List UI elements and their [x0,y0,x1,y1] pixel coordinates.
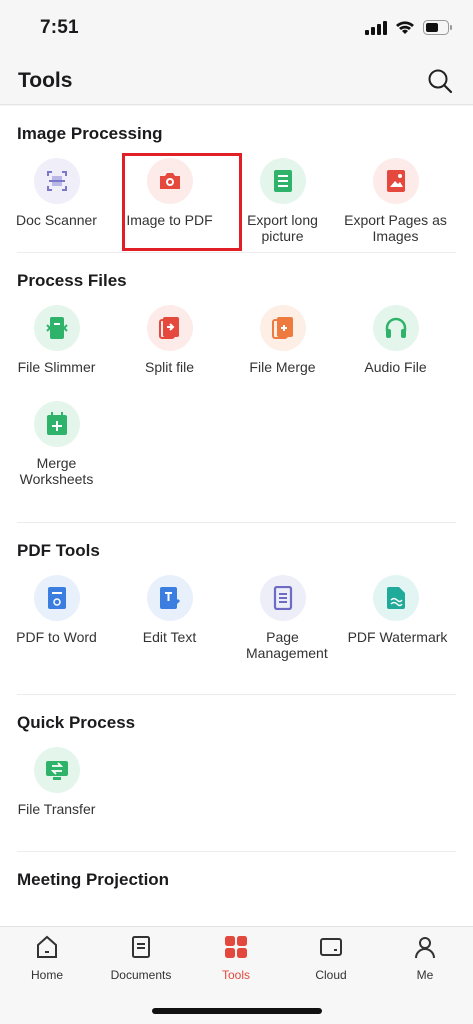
section-process-files: Process Files File Slimmer Split file Fi… [17,253,456,523]
page-title: Tools [18,69,73,92]
section-quick-process: Quick Process File Transfer [17,695,456,852]
person-icon [415,937,435,959]
tool-label: Doc Scanner [16,212,97,228]
status-icons [365,20,453,35]
section-title: Quick Process [17,713,136,732]
tool-pdf-watermark[interactable]: PDF Watermark [339,569,452,665]
tool-label: Split file [144,359,195,375]
status-time: 7:51 [40,17,79,38]
section-title: Image Processing [17,124,163,143]
battery-icon [423,20,452,35]
cloud-icon [320,938,342,956]
tool-file-transfer[interactable]: File Transfer [0,741,113,837]
edit-text-icon [147,575,193,621]
section-title: PDF Tools [17,541,100,560]
tab-tools[interactable]: Tools [196,935,276,982]
tool-label: PDF to Word [16,629,97,645]
file-slimmer-icon [34,305,80,351]
merge-worksheets-icon [34,401,80,447]
tool-export-long-picture[interactable]: Export long picture [226,152,339,248]
wifi-icon [396,21,414,34]
section-title: Process Files [17,271,127,290]
document-icon [132,936,150,958]
section-title: Meeting Projection [17,870,170,889]
tool-label: Page Management [246,629,328,661]
tool-split-file[interactable]: Split file [113,299,226,395]
signal-icon [365,20,387,35]
status-bar: 7:51 [0,0,473,58]
file-transfer-icon [34,747,80,793]
tool-label: Edit Text [142,629,197,645]
home-indicator [152,1008,322,1014]
section-pdf-tools: PDF Tools PDF to Word Edit Text Page Man… [16,523,456,695]
tool-label: Export long picture [247,212,318,244]
file-merge-icon [260,305,306,351]
home-icon [37,935,57,958]
doc-scanner-icon [34,158,80,204]
tool-label: File Slimmer [17,359,96,375]
long-picture-icon [260,158,306,204]
tools-grid-icon [225,936,247,958]
highlight-box [122,153,242,251]
tool-label: File Transfer [17,801,96,817]
tab-cloud[interactable]: Cloud [291,935,371,982]
tool-doc-scanner[interactable]: Doc Scanner [0,152,113,248]
headphones-icon [373,305,419,351]
tool-label: PDF Watermark [347,629,448,645]
tool-label: Merge Worksheets [19,455,94,487]
split-file-icon [147,305,193,351]
tab-me[interactable]: Me [385,935,465,982]
tool-audio-file[interactable]: Audio File [339,299,452,395]
tab-label: Cloud [315,968,347,982]
tool-export-pages-as-images[interactable]: Export Pages as Images [339,152,452,248]
pdf-to-word-icon [34,575,80,621]
tab-home[interactable]: Home [7,935,87,982]
tool-page-management[interactable]: Page Management [226,569,339,665]
tool-label: Export Pages as Images [344,212,447,244]
tool-file-merge[interactable]: File Merge [226,299,339,395]
tab-label: Me [416,968,434,982]
tool-label: Audio File [364,359,427,375]
tab-label: Tools [221,968,250,982]
page-management-icon [260,575,306,621]
tool-label: File Merge [249,359,316,375]
tool-edit-text[interactable]: Edit Text [113,569,226,665]
header: Tools [0,58,473,105]
watermark-icon [373,575,419,621]
tools-content: Image Processing Doc Scanner Image to PD… [0,106,473,926]
tab-label: Home [30,968,63,982]
tool-file-slimmer[interactable]: File Slimmer [0,299,113,395]
tool-pdf-to-word[interactable]: PDF to Word [0,569,113,665]
search-icon[interactable] [427,68,453,94]
tab-label: Documents [110,968,172,982]
image-page-icon [373,158,419,204]
tab-documents[interactable]: Documents [101,935,181,982]
tool-merge-worksheets[interactable]: Merge Worksheets [0,395,113,491]
section-meeting-projection: Meeting Projection [17,852,456,912]
